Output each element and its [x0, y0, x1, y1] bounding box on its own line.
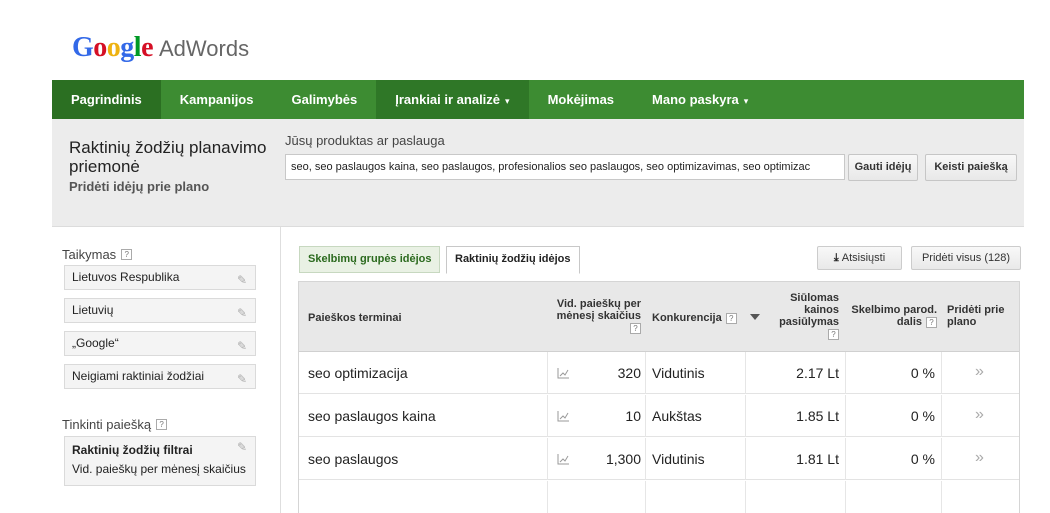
- column-divider: [645, 481, 646, 513]
- trend-chart-icon[interactable]: [557, 453, 570, 465]
- nav-mokejimas[interactable]: Mokėjimas: [529, 80, 633, 119]
- panel-divider: [280, 227, 281, 513]
- competition: Vidutinis: [652, 451, 705, 467]
- column-divider: [941, 395, 942, 437]
- column-divider: [745, 395, 746, 437]
- table-row: seo paslaugos kaina 10 Aukštas 1.85 Lt 0…: [299, 395, 1019, 437]
- keyword-filters[interactable]: ✎ Raktinių žodžių filtrai Vid. paieškų p…: [64, 436, 256, 486]
- table-row: seo optimizacija 320 Vidutinis 2.17 Lt 0…: [299, 352, 1019, 394]
- column-divider: [547, 481, 548, 513]
- download-button[interactable]: ⤓ Atsisiųsti: [817, 246, 902, 270]
- nav-kampanijos[interactable]: Kampanijos: [161, 80, 273, 119]
- col-search-terms[interactable]: Paieškos terminai: [308, 312, 402, 324]
- column-divider: [645, 395, 646, 437]
- column-divider: [745, 352, 746, 394]
- keyword-filters-title: Raktinių žodžių filtrai: [72, 443, 193, 457]
- add-to-plan-icon[interactable]: »: [975, 395, 984, 435]
- avg-searches: 320: [617, 365, 641, 381]
- column-divider: [941, 481, 942, 513]
- col-suggested-bid[interactable]: Siūlomas kainos pasiūlymas ?: [767, 292, 839, 340]
- search-term: seo optimizacija: [308, 365, 408, 381]
- suggested-bid: 2.17 Lt: [796, 365, 839, 381]
- column-divider: [845, 395, 846, 437]
- table-header: Paieškos terminai Vid. paieškų per mėnes…: [299, 282, 1019, 352]
- pencil-icon[interactable]: ✎: [237, 368, 247, 391]
- impression-share: 0 %: [910, 408, 935, 424]
- column-divider: [745, 438, 746, 480]
- column-divider: [845, 352, 846, 394]
- column-divider: [547, 438, 548, 480]
- tool-header: Raktinių žodžių planavimo priemonė Pridė…: [52, 119, 1024, 227]
- help-icon[interactable]: ?: [630, 323, 641, 334]
- pencil-icon[interactable]: ✎: [237, 269, 247, 292]
- competition: Aukštas: [652, 408, 702, 424]
- chevron-down-icon: ▾: [743, 96, 749, 106]
- keyword-filter-item: Vid. paieškų per mėnesį skaičius: [72, 462, 246, 476]
- targeting-language[interactable]: Lietuvių ✎: [64, 298, 256, 323]
- impression-share: 0 %: [910, 451, 935, 467]
- download-icon: ⤓: [833, 252, 839, 264]
- add-ideas-link[interactable]: Pridėti idėjų prie plano: [69, 179, 209, 194]
- add-to-plan-icon[interactable]: »: [975, 438, 984, 478]
- google-wordmark: Google: [72, 32, 153, 63]
- adwords-label: AdWords: [159, 36, 250, 61]
- main-nav: Pagrindinis Kampanijos Galimybės Įrankia…: [52, 80, 1024, 119]
- add-all-button[interactable]: Pridėti visus (128): [911, 246, 1021, 270]
- column-divider: [745, 481, 746, 513]
- chevron-down-icon: ▾: [505, 96, 510, 106]
- page-title: Raktinių žodžių planavimo priemonė: [69, 138, 267, 176]
- col-impression-share[interactable]: Skelbimo parod. dalis?: [849, 304, 937, 328]
- column-divider: [845, 481, 846, 513]
- pencil-icon[interactable]: ✎: [237, 302, 247, 325]
- pencil-icon[interactable]: ✎: [237, 440, 247, 454]
- customize-search-title: Tinkinti paiešką ?: [62, 417, 168, 432]
- search-term: seo paslaugos kaina: [308, 408, 436, 424]
- sort-desc-icon[interactable]: [750, 314, 760, 320]
- product-search-input[interactable]: [285, 154, 845, 180]
- column-divider: [547, 352, 548, 394]
- column-divider: [845, 438, 846, 480]
- avg-searches: 10: [625, 408, 641, 424]
- help-icon[interactable]: ?: [156, 419, 168, 430]
- help-icon[interactable]: ?: [121, 249, 133, 260]
- targeting-network[interactable]: „Google“ ✎: [64, 331, 256, 356]
- competition: Vidutinis: [652, 365, 705, 381]
- suggested-bid: 1.85 Lt: [796, 408, 839, 424]
- col-add-to-plan: Pridėti prie plano: [947, 304, 1005, 328]
- trend-chart-icon[interactable]: [557, 367, 570, 379]
- add-to-plan-icon[interactable]: »: [975, 352, 984, 392]
- keyword-ideas-table: Paieškos terminai Vid. paieškų per mėnes…: [298, 281, 1020, 513]
- help-icon[interactable]: ?: [725, 312, 737, 324]
- targeting-location[interactable]: Lietuvos Respublika ✎: [64, 265, 256, 290]
- column-divider: [547, 395, 548, 437]
- pencil-icon[interactable]: ✎: [237, 335, 247, 358]
- table-row: seo paslaugos 1,300 Vidutinis 1.81 Lt 0 …: [299, 438, 1019, 480]
- google-adwords-logo[interactable]: Google AdWords: [72, 32, 249, 66]
- col-competition[interactable]: Konkurencija?: [652, 312, 737, 324]
- help-icon[interactable]: ?: [926, 316, 937, 328]
- nav-irankiai[interactable]: Įrankiai ir analizė ▾: [376, 80, 529, 119]
- nav-mano-paskyra[interactable]: Mano paskyra ▾: [633, 80, 767, 119]
- suggested-bid: 1.81 Lt: [796, 451, 839, 467]
- change-search-button[interactable]: Keisti paiešką: [925, 154, 1017, 181]
- tab-keyword-ideas[interactable]: Raktinių žodžių idėjos: [446, 246, 580, 274]
- tab-ad-group-ideas[interactable]: Skelbimų grupės idėjos: [299, 246, 441, 273]
- column-divider: [645, 352, 646, 394]
- col-avg-searches[interactable]: Vid. paieškų per mėnesį skaičius ?: [551, 298, 641, 334]
- nav-pagrindinis[interactable]: Pagrindinis: [52, 80, 161, 119]
- table-row: [299, 481, 1019, 513]
- column-divider: [941, 352, 942, 394]
- targeting-title: Taikymas ?: [62, 247, 133, 262]
- column-divider: [645, 438, 646, 480]
- help-icon[interactable]: ?: [828, 329, 839, 340]
- get-ideas-button[interactable]: Gauti idėjų: [848, 154, 918, 181]
- product-label: Jūsų produktas ar paslauga: [285, 133, 445, 148]
- column-divider: [941, 438, 942, 480]
- avg-searches: 1,300: [605, 451, 641, 467]
- search-term: seo paslaugos: [308, 451, 399, 467]
- impression-share: 0 %: [910, 365, 935, 381]
- trend-chart-icon[interactable]: [557, 410, 570, 422]
- nav-galimybes[interactable]: Galimybės: [272, 80, 376, 119]
- targeting-negative-keywords[interactable]: Neigiami raktiniai žodžiai ✎: [64, 364, 256, 389]
